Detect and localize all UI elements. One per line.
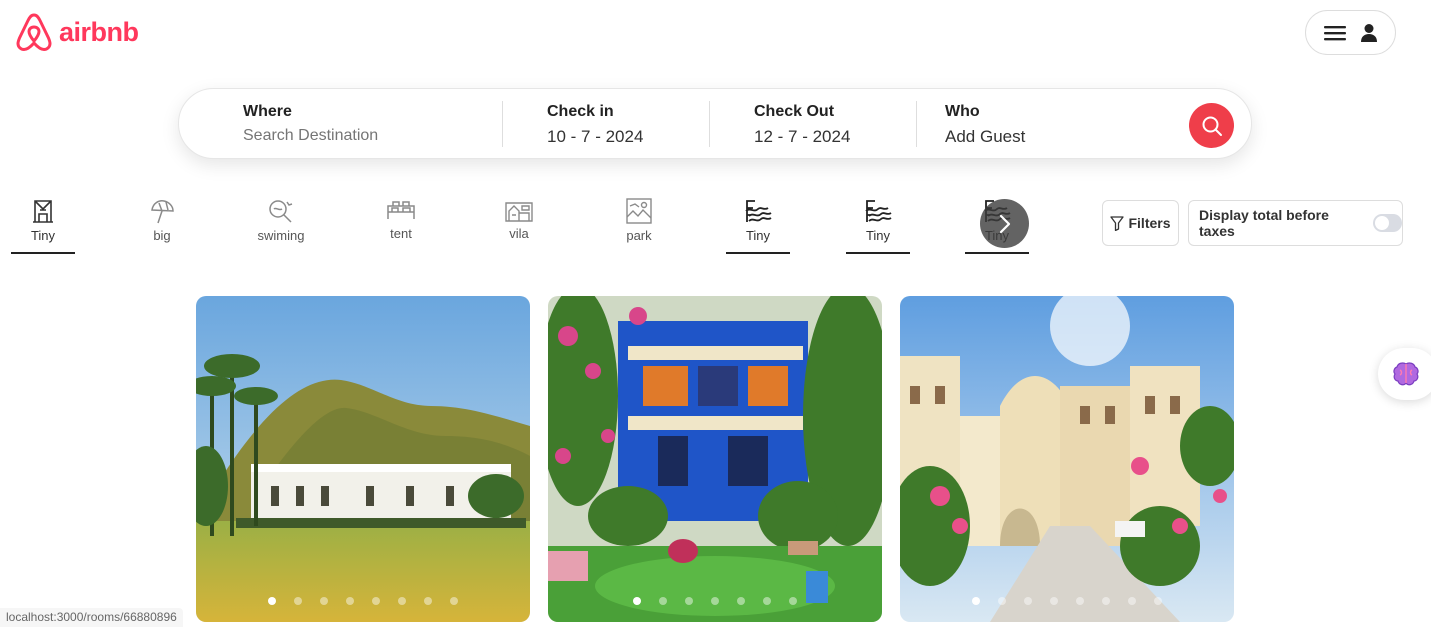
category-vila[interactable]: vila [487,198,551,241]
category-active-underline [11,252,75,254]
carousel-dots [900,597,1234,605]
category-active-underline [846,252,910,254]
carousel-dot[interactable] [737,597,745,605]
checkin-value: 10 - 7 - 2024 [547,127,644,146]
ai-assistant-button[interactable] [1378,348,1431,400]
category-label: Tiny [865,228,891,243]
category-active-underline [965,252,1029,254]
chevron-right-icon [999,214,1010,233]
carousel-dot[interactable] [346,597,354,605]
carousel-dot[interactable] [424,597,432,605]
carousel-dot[interactable] [1050,597,1058,605]
user-icon [1360,23,1377,42]
listing-card[interactable] [900,296,1234,622]
category-label: vila [509,226,529,241]
listing-photo-blue-house-garden [548,296,882,622]
carousel-dot[interactable] [633,597,641,605]
search-bar: Where Check in 10 - 7 - 2024 Check Out 1… [178,88,1252,159]
carousel-dot[interactable] [372,597,380,605]
search-divider [709,101,710,147]
tiny-house-icon [33,200,53,223]
carousel-dot[interactable] [789,597,797,605]
display-total-toggle-box[interactable]: Display total before taxes [1188,200,1403,246]
taxes-toggle[interactable] [1372,214,1402,232]
who-label: Who [945,103,980,120]
search-divider [916,101,917,147]
search-icon [1202,116,1222,136]
category-label: Tiny [30,228,56,243]
category-park[interactable]: park [607,198,671,243]
category-big[interactable]: big [130,198,194,243]
logo-text: airbnb [59,16,139,47]
airbnb-logo-icon [16,13,52,51]
carousel-dot[interactable] [294,597,302,605]
pool-waves-icon [745,200,772,222]
carousel-dot[interactable] [1128,597,1136,605]
taxes-label: Display total before taxes [1199,207,1329,239]
category-label: big [153,228,171,243]
search-divider [502,101,503,147]
search-button[interactable] [1189,103,1234,148]
carousel-dot[interactable] [998,597,1006,605]
beach-umbrella-icon [151,200,174,224]
airbnb-logo[interactable]: airbnb [15,12,139,52]
filter-funnel-icon [1110,215,1125,231]
checkout-field[interactable]: Check Out 12 - 7 - 2024 [754,103,850,147]
filters-label: Filters [1128,215,1171,231]
who-field[interactable]: Who Add Guest [945,103,1025,147]
carousel-dot[interactable] [972,597,980,605]
where-field[interactable]: Where [243,103,463,145]
listing-photo-heritage-courtyard [900,296,1234,622]
swimming-icon [269,200,293,223]
carousel-dot[interactable] [268,597,276,605]
carousel-dot[interactable] [685,597,693,605]
tent-icon [387,201,415,219]
checkin-label: Check in [547,103,614,120]
category-swiming[interactable]: swiming [249,198,313,243]
where-label: Where [243,103,292,120]
destination-input[interactable] [243,127,463,145]
toggle-knob [1374,216,1389,230]
hamburger-icon [1323,25,1346,40]
category-label: Tiny [745,228,771,243]
carousel-dot[interactable] [763,597,771,605]
listing-card[interactable] [196,296,530,622]
carousel-dot[interactable] [1154,597,1162,605]
listing-photo-hill-villa [196,296,530,622]
carousel-dots [548,597,882,605]
villa-icon [505,202,533,222]
category-tent[interactable]: tent [369,198,433,241]
user-menu-button[interactable] [1305,10,1396,55]
who-value: Add Guest [945,127,1026,146]
brain-icon [1393,362,1419,386]
category-tiny[interactable]: Tiny [11,198,75,254]
carousel-dot[interactable] [320,597,328,605]
filters-button[interactable]: Filters [1102,200,1179,246]
category-tiny-3[interactable]: Tiny [846,198,910,254]
carousel-dot[interactable] [1024,597,1032,605]
carousel-dot[interactable] [711,597,719,605]
category-label: park [626,228,652,243]
checkout-value: 12 - 7 - 2024 [754,127,851,146]
carousel-dots [196,597,530,605]
category-tiny-2[interactable]: Tiny [726,198,790,254]
browser-status-url: localhost:3000/rooms/66880896 [0,608,183,627]
park-icon [626,198,652,224]
carousel-dot[interactable] [1102,597,1110,605]
carousel-dot[interactable] [398,597,406,605]
pool-waves-icon [865,200,892,222]
carousel-dot[interactable] [450,597,458,605]
checkout-label: Check Out [754,103,835,120]
checkin-field[interactable]: Check in 10 - 7 - 2024 [547,103,643,147]
categories-next-button[interactable] [980,199,1029,248]
category-active-underline [726,252,790,254]
carousel-dot[interactable] [1076,597,1084,605]
category-label: swiming [257,228,305,243]
category-label: tent [390,226,412,241]
carousel-dot[interactable] [659,597,667,605]
listing-card[interactable] [548,296,882,622]
